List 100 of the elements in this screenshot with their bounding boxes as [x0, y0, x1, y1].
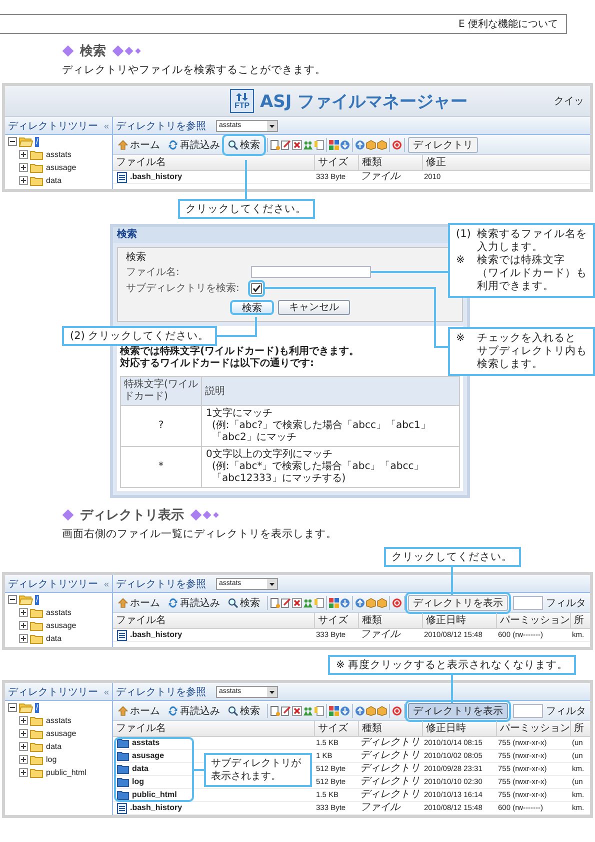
file-name[interactable]: log: [132, 776, 144, 788]
reload-button[interactable]: 再読込み: [165, 702, 223, 718]
tree-item[interactable]: asstats: [45, 716, 72, 726]
tree-item[interactable]: data: [45, 176, 63, 186]
file-name[interactable]: asusage: [132, 750, 164, 762]
delete-icon[interactable]: [292, 140, 302, 150]
stop-icon[interactable]: [392, 598, 402, 608]
column-header[interactable]: 修正日時: [422, 613, 496, 628]
reload-button[interactable]: 再読込み: [165, 136, 223, 152]
expand-icon[interactable]: [19, 742, 28, 751]
box-icon[interactable]: [366, 598, 376, 608]
users-icon[interactable]: [302, 140, 312, 150]
file-name[interactable]: .bash_history: [130, 802, 182, 814]
new-file-icon[interactable]: [270, 706, 280, 716]
expand-icon[interactable]: [19, 729, 28, 738]
grid-icon[interactable]: [328, 140, 338, 150]
box-icon[interactable]: [366, 140, 376, 150]
tree-item[interactable]: asusage: [45, 620, 78, 630]
column-header[interactable]: サイズ: [314, 721, 358, 736]
box-icon[interactable]: [376, 706, 386, 716]
tree-item[interactable]: /: [35, 594, 40, 604]
upload-icon[interactable]: [354, 706, 364, 716]
box-icon[interactable]: [366, 706, 376, 716]
upload-icon[interactable]: [354, 140, 364, 150]
column-header[interactable]: サイズ: [314, 155, 358, 170]
filename-field[interactable]: [251, 266, 371, 278]
home-button[interactable]: ホーム: [115, 594, 163, 610]
expand-icon[interactable]: [19, 150, 28, 159]
column-header[interactable]: 修正: [422, 155, 496, 170]
file-name[interactable]: public_html: [132, 789, 177, 801]
stop-icon[interactable]: [392, 140, 402, 150]
download-icon[interactable]: [340, 140, 350, 150]
stop-icon[interactable]: [392, 706, 402, 716]
expand-icon[interactable]: [19, 176, 28, 185]
users-icon[interactable]: [302, 598, 312, 608]
collapse-icon[interactable]: [8, 137, 17, 146]
search-button[interactable]: 検索: [225, 594, 263, 610]
filter-field[interactable]: [513, 596, 543, 610]
caret-icon[interactable]: [267, 578, 277, 588]
note-icon[interactable]: [314, 598, 324, 608]
reload-button[interactable]: 再読込み: [165, 594, 223, 610]
tree-item[interactable]: /: [35, 136, 40, 146]
dialog-button[interactable]: キャンセル: [278, 300, 350, 314]
file-name[interactable]: asstats: [132, 737, 160, 749]
file-name[interactable]: .bash_history: [130, 171, 182, 183]
tree-item[interactable]: asusage: [45, 162, 78, 172]
expand-icon[interactable]: [19, 716, 28, 725]
new-file-icon[interactable]: [270, 598, 280, 608]
new-file-icon[interactable]: [270, 140, 280, 150]
edit-icon[interactable]: [280, 598, 290, 608]
upload-icon[interactable]: [354, 598, 364, 608]
tree-item[interactable]: asstats: [45, 608, 72, 618]
tree-item[interactable]: /: [35, 702, 40, 712]
column-header[interactable]: ファイル名: [113, 155, 314, 170]
grid-icon[interactable]: [328, 598, 338, 608]
file-name[interactable]: data: [132, 763, 148, 775]
column-header[interactable]: 所: [570, 613, 590, 628]
download-icon[interactable]: [340, 598, 350, 608]
home-button[interactable]: ホーム: [115, 136, 163, 152]
filter-field[interactable]: [513, 704, 543, 718]
box-icon[interactable]: [376, 140, 386, 150]
tree-item[interactable]: asstats: [45, 150, 72, 160]
column-header[interactable]: 所: [570, 721, 590, 736]
download-icon[interactable]: [340, 706, 350, 716]
expand-icon[interactable]: [19, 163, 28, 172]
column-header[interactable]: パーミッション: [496, 721, 570, 736]
caret-icon[interactable]: [267, 120, 277, 130]
note-icon[interactable]: [314, 140, 324, 150]
tree-item[interactable]: public_html: [45, 768, 88, 778]
grid-icon[interactable]: [328, 706, 338, 716]
expand-icon[interactable]: [19, 621, 28, 630]
expand-icon[interactable]: [19, 634, 28, 643]
column-header[interactable]: 種類: [358, 613, 422, 628]
caret-icon[interactable]: [267, 686, 277, 696]
tree-item[interactable]: data: [45, 634, 63, 644]
menu-text[interactable]: クイッ: [554, 94, 584, 108]
search-button[interactable]: 検索: [225, 136, 263, 152]
edit-icon[interactable]: [280, 706, 290, 716]
delete-icon[interactable]: [292, 598, 302, 608]
dialog-button[interactable]: 検索: [230, 300, 274, 314]
tree-item[interactable]: asusage: [45, 728, 78, 738]
file-name[interactable]: .bash_history: [130, 629, 182, 641]
note-icon[interactable]: [314, 706, 324, 716]
users-icon[interactable]: [302, 706, 312, 716]
show-directories-button[interactable]: ディレクトリ: [408, 136, 478, 152]
expand-icon[interactable]: [19, 768, 28, 777]
home-button[interactable]: ホーム: [115, 702, 163, 718]
edit-icon[interactable]: [280, 140, 290, 150]
tree-item[interactable]: log: [45, 754, 58, 764]
search-button[interactable]: 検索: [225, 702, 263, 718]
column-header[interactable]: 種類: [358, 721, 422, 736]
expand-icon[interactable]: [19, 755, 28, 764]
column-header[interactable]: サイズ: [314, 613, 358, 628]
collapse-icon[interactable]: [8, 595, 17, 604]
box-icon[interactable]: [376, 598, 386, 608]
delete-icon[interactable]: [292, 706, 302, 716]
column-header[interactable]: ファイル名: [113, 613, 314, 628]
collapse-icon[interactable]: [8, 703, 17, 712]
column-header[interactable]: 修正日時: [422, 721, 496, 736]
tree-item[interactable]: data: [45, 742, 63, 752]
